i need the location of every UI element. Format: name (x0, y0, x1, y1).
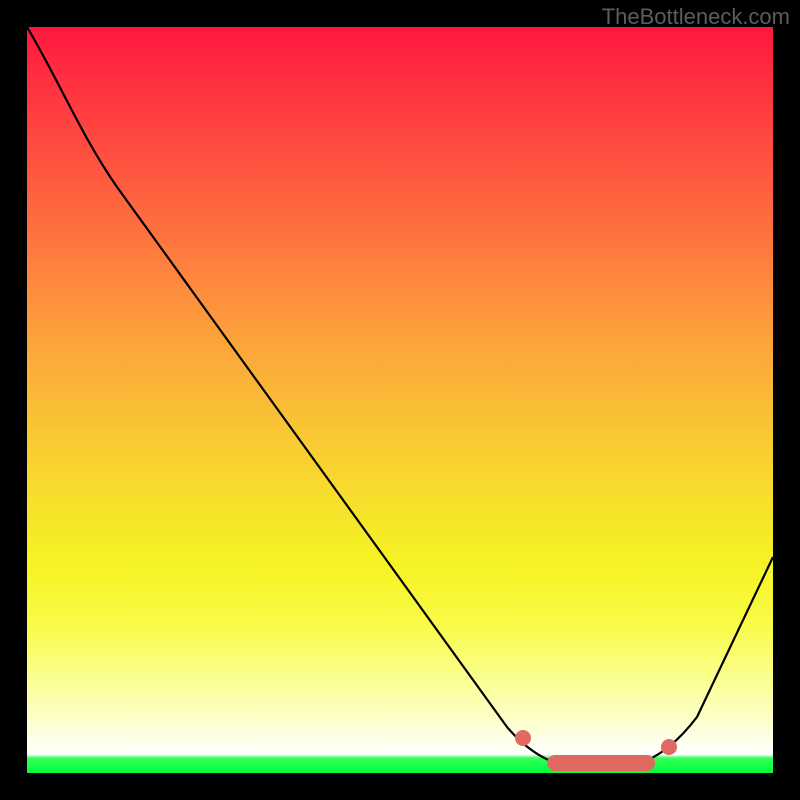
bottleneck-curve (27, 27, 773, 773)
watermark-text: TheBottleneck.com (602, 4, 790, 30)
optimal-range-marker-left (515, 730, 531, 746)
optimal-range-band (547, 755, 655, 771)
chart-plot-area (27, 27, 773, 773)
optimal-range-marker-right (661, 739, 677, 755)
